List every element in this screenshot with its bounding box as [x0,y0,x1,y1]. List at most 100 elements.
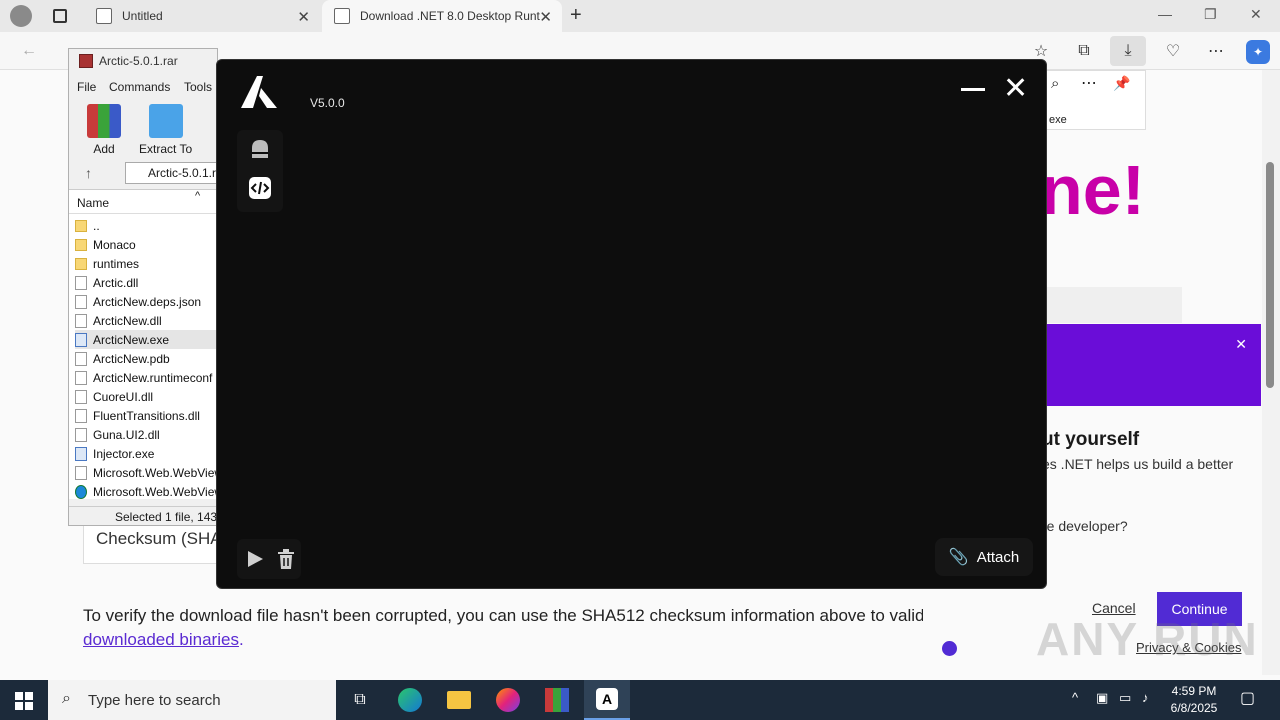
clock-date: 6/8/2025 [1170,701,1218,715]
extract-folder-icon [148,104,183,138]
file-row[interactable]: Monaco [75,235,219,254]
add-button[interactable]: Add [87,104,121,156]
file-row[interactable]: ArcticNew.runtimeconf [75,368,219,387]
dll-icon [75,389,87,404]
file-name: ArcticNew.deps.json [93,294,202,309]
volume-icon[interactable]: ♪ [1142,690,1149,705]
scrollbar-thumb[interactable] [1266,162,1274,388]
show-hidden-icons-icon[interactable]: ^ [1072,690,1078,705]
file-row[interactable]: Microsoft.Web.WebView [75,463,219,482]
network-icon[interactable]: ▣ [1096,690,1108,706]
close-icon[interactable]: ✕ [1003,74,1028,104]
dll-icon [75,427,87,442]
folder-icon [75,219,87,232]
column-name-label: Name [77,196,110,210]
browser-tabstrip: Untitled ✕ Download .NET 8.0 Desktop Run… [0,0,1280,32]
dll-icon [75,465,87,480]
close-banner-icon[interactable]: ✕ [1235,336,1247,353]
back-icon[interactable]: ← [18,40,40,62]
tab-untitled[interactable]: Untitled ✕ [84,0,320,32]
menu-tools[interactable]: Tools [184,80,212,94]
restore-window-icon[interactable]: ❐ [1204,6,1217,23]
tab-title: Untitled [122,9,163,23]
close-window-icon[interactable]: ✕ [1250,6,1262,23]
path-field[interactable]: Arctic-5.0.1.ra [125,162,219,184]
downloaded-binaries-link[interactable]: downloaded binaries [83,630,239,649]
dll-icon [75,408,87,423]
downloads-icon[interactable]: ⤓ [1110,36,1146,66]
extract-to-button[interactable]: Extract To [139,104,192,156]
menu-file[interactable]: File [77,80,96,94]
file-list: Name ^ .. Monaco runtimes Arctic.dll ArcticNe… [69,189,219,499]
file-row[interactable]: ArcticNew.dll [75,311,219,330]
file-explorer-icon[interactable] [443,684,475,716]
file-row[interactable]: CuoreUI.dll [75,387,219,406]
windows-start-icon[interactable] [15,692,33,710]
task-view-icon[interactable]: ⧉ [344,684,376,716]
file-row[interactable]: Microsoft.Web.WebView [75,482,219,501]
extract-label: Extract To [139,142,193,156]
execute-play-icon[interactable] [245,549,265,569]
notifications-icon[interactable]: ▢ [1240,688,1255,708]
more-menu-icon[interactable]: ⋯ [1205,40,1227,62]
file-name: ArcticNew.runtimeconf [93,370,213,385]
minimize-icon[interactable] [961,88,985,91]
file-row[interactable]: Guna.UI2.dll [75,425,219,444]
file-row[interactable]: .. [75,216,219,235]
attach-button[interactable]: 📎 Attach [935,538,1033,576]
collections-icon[interactable]: ⧉ [1073,40,1095,62]
profile-avatar-icon[interactable] [10,5,32,27]
new-tab-button[interactable]: + [570,4,582,27]
browser-essentials-icon[interactable]: ♡ [1162,40,1184,62]
file-icon [75,294,87,309]
clear-trash-icon[interactable] [277,549,295,569]
download-item-name[interactable]: exe [1049,114,1067,126]
arctic-taskbar-icon[interactable]: A [584,680,630,720]
close-tab-icon[interactable]: ✕ [539,8,552,26]
status-text: Selected 1 file, 143,1 [115,510,219,524]
arctic-logo-icon [241,76,277,108]
edge-taskbar-icon[interactable] [394,684,426,716]
survey-title: ut yourself [1042,429,1140,450]
code-editor-icon[interactable] [248,176,272,200]
column-name-header[interactable]: Name ^ [69,190,219,214]
copilot-icon[interactable]: ✦ [1246,40,1270,64]
winrar-window: Arctic-5.0.1.rar File Commands Tools Add… [68,48,219,526]
up-folder-icon[interactable]: ↑ [85,165,92,181]
search-downloads-icon[interactable]: ⌕ [1051,75,1059,92]
file-row[interactable]: ArcticNew.pdb [75,349,219,368]
exe-icon [75,332,87,347]
tab-actions-icon[interactable] [53,9,67,23]
file-row[interactable]: runtimes [75,254,219,273]
home-icon[interactable] [248,138,272,162]
file-row[interactable]: Injector.exe [75,444,219,463]
winrar-taskbar-icon[interactable] [541,684,573,716]
file-name: Guna.UI2.dll [93,427,160,442]
firefox-icon[interactable] [492,684,524,716]
minimize-window-icon[interactable]: — [1158,6,1172,22]
promo-banner: ✕ [1046,324,1261,406]
tab-dotnet-download[interactable]: Download .NET 8.0 Desktop Runt ✕ [322,0,562,32]
taskbar-search-box[interactable]: ⌕ Type here to search [48,680,336,720]
dll-icon [75,275,87,290]
close-tab-icon[interactable]: ✕ [297,8,310,26]
search-icon: ⌕ [62,690,71,707]
file-row[interactable]: ArcticNew.deps.json [75,292,219,311]
file-row[interactable]: ArcticNew.exe [75,330,219,349]
search-placeholder: Type here to search [88,691,221,709]
exe-icon [75,446,87,461]
file-row[interactable]: Arctic.dll [75,273,219,292]
menu-commands[interactable]: Commands [109,80,170,94]
arctic-sidebar [237,130,283,212]
file-name: CuoreUI.dll [93,389,154,404]
folder-icon [75,238,87,251]
more-options-icon[interactable]: ⋯ [1081,73,1097,93]
pin-icon[interactable]: 📌 [1113,75,1130,92]
file-row[interactable]: FluentTransitions.dll [75,406,219,425]
downloads-flyout: ⌕ ⋯ 📌 exe [1046,70,1146,130]
verify-period: . [238,630,244,649]
ethernet-icon[interactable]: ▭ [1119,690,1131,706]
page-scrollbar[interactable] [1262,70,1280,675]
taskbar: ⌕ Type here to search ⧉ A ^ ▣ ▭ ♪ 4:59 P… [0,680,1280,720]
system-clock[interactable]: 4:59 PM 6/8/2025 [1166,683,1222,717]
